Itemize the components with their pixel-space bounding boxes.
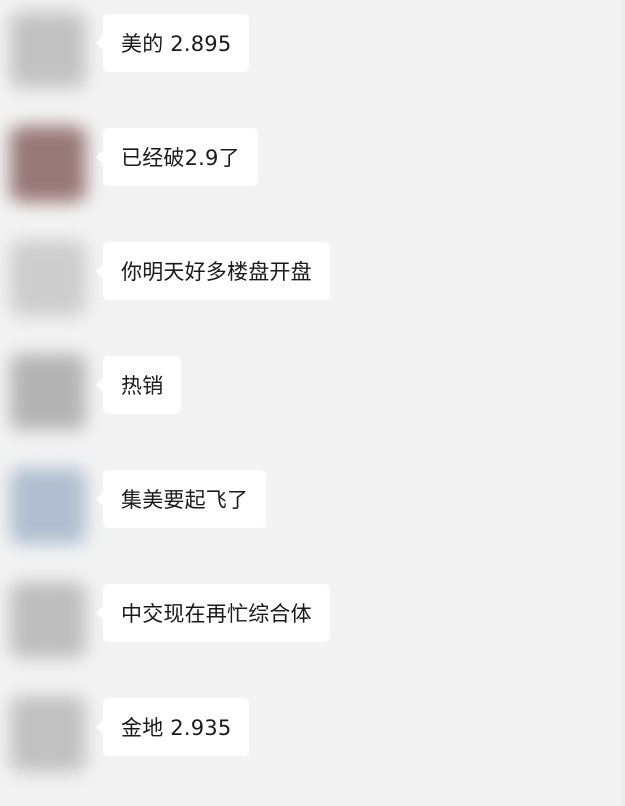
chat-message: 美的 2.895 <box>0 0 625 112</box>
avatar[interactable] <box>10 126 86 202</box>
chat-message-list[interactable]: 美的 2.895 已经破2.9了 你明天好多楼盘开盘 热销 集美要起飞了 中交现… <box>0 0 625 806</box>
chat-message: 集美要起飞了 <box>0 454 625 568</box>
message-bubble[interactable]: 你明天好多楼盘开盘 <box>96 242 330 300</box>
avatar[interactable] <box>10 696 86 772</box>
avatar[interactable] <box>10 12 86 88</box>
avatar[interactable] <box>10 240 86 316</box>
message-bubble[interactable]: 金地 2.935 <box>95 698 250 756</box>
chat-message: 你明天好多楼盘开盘 <box>0 226 625 340</box>
avatar[interactable] <box>10 468 86 544</box>
chat-message: 已经破2.9了 <box>0 112 625 226</box>
message-bubble[interactable]: 热销 <box>95 356 182 414</box>
message-text: 中交现在再忙综合体 <box>121 602 312 626</box>
message-text: 美的 2.895 <box>121 32 232 56</box>
message-text: 集美要起飞了 <box>121 488 249 512</box>
message-text: 金地 2.935 <box>121 716 232 740</box>
message-text: 已经破2.9了 <box>121 146 240 170</box>
avatar[interactable] <box>10 582 86 658</box>
chat-message: 中交现在再忙综合体 <box>0 568 625 682</box>
message-text: 热销 <box>121 374 164 398</box>
message-bubble[interactable]: 中交现在再忙综合体 <box>96 584 330 642</box>
chat-message: 热销 <box>0 340 625 454</box>
chat-message: 金地 2.935 <box>0 682 625 796</box>
scrollbar[interactable] <box>621 0 625 806</box>
message-bubble[interactable]: 集美要起飞了 <box>95 470 267 528</box>
message-bubble[interactable]: 美的 2.895 <box>95 14 250 72</box>
message-bubble[interactable]: 已经破2.9了 <box>96 128 258 186</box>
avatar[interactable] <box>10 354 86 430</box>
message-text: 你明天好多楼盘开盘 <box>121 260 312 284</box>
